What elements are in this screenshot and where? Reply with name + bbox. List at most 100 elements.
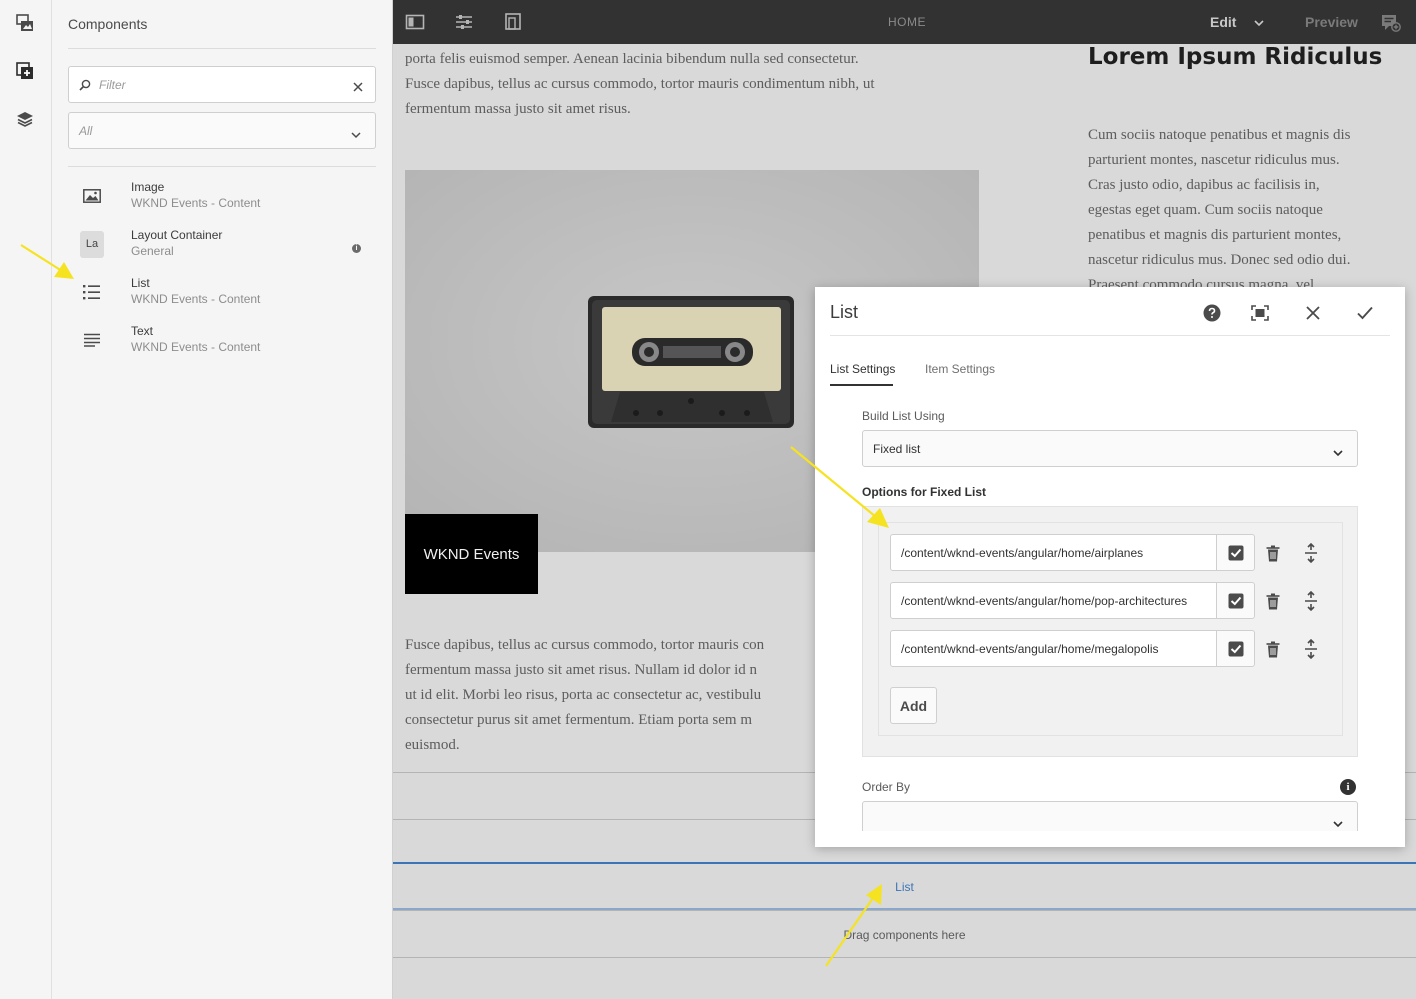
page-row: /content/wknd-events/angular/home/megalo… xyxy=(890,630,1330,667)
drop-zone[interactable]: Drag components here xyxy=(393,910,1416,958)
component-item-image[interactable]: Image WKND Events - Content xyxy=(68,178,376,222)
chevron-down-icon xyxy=(1254,20,1264,27)
text-line: Cras justo odio, dapibus ac facilisis in… xyxy=(1088,177,1320,193)
fullscreen-icon[interactable] xyxy=(1249,302,1271,324)
component-group: WKND Events - Content xyxy=(131,292,261,306)
build-list-value: Fixed list xyxy=(873,442,921,456)
help-icon[interactable] xyxy=(1201,302,1223,324)
annotations-icon[interactable] xyxy=(1381,12,1401,32)
component-group: WKND Events - Content xyxy=(131,196,261,210)
intro-paragraph[interactable]: porta felis euismod semper. Aenean lacin… xyxy=(405,47,965,122)
group-select[interactable]: All xyxy=(68,112,376,149)
build-list-select[interactable]: Fixed list xyxy=(862,430,1358,467)
drag-handle-icon[interactable] xyxy=(1302,542,1320,564)
preview-button[interactable]: Preview xyxy=(1305,14,1358,30)
search-icon xyxy=(79,78,91,96)
text-line: Fusce dapibus, tellus ac cursus commodo,… xyxy=(405,76,875,92)
info-icon[interactable]: i xyxy=(352,244,361,253)
add-button[interactable]: Add xyxy=(890,687,937,724)
list-component-placeholder[interactable]: List xyxy=(393,862,1416,910)
toggle-side-panel-icon[interactable] xyxy=(405,12,425,32)
chevron-down-icon xyxy=(1333,444,1343,462)
fixed-list-options-label: Options for Fixed List xyxy=(862,485,987,499)
multifield: /content/wknd-events/angular/home/airpla… xyxy=(878,522,1343,736)
divider xyxy=(68,166,376,167)
assets-icon[interactable] xyxy=(12,10,38,36)
build-list-label: Build List Using xyxy=(862,409,945,423)
side-paragraph[interactable]: Cum sociis natoque penatibus et magnis d… xyxy=(1088,123,1413,289)
dialog-content: Build List Using Fixed list Options for … xyxy=(815,397,1405,831)
page-path-field[interactable]: /content/wknd-events/angular/home/airpla… xyxy=(890,534,1217,571)
group-select-value: All xyxy=(79,124,93,138)
content-tree-icon[interactable] xyxy=(12,106,38,132)
dialog-title: List xyxy=(830,302,859,322)
text-line: Fusce dapibus, tellus ac cursus commodo,… xyxy=(405,637,765,653)
page-path-field[interactable]: /content/wknd-events/angular/home/pop-ar… xyxy=(890,582,1217,619)
text-line: consectetur purus sit amet fermentum. Et… xyxy=(405,712,752,728)
image-icon xyxy=(80,184,104,208)
mode-select-label: Edit xyxy=(1210,14,1237,30)
filter-input[interactable]: Filter xyxy=(68,66,376,103)
filter-placeholder: Filter xyxy=(99,78,126,92)
layout-container-icon: La xyxy=(80,230,104,258)
text-line: ut id elit. Morbi leo risus, porta ac co… xyxy=(405,687,762,703)
component-item-list[interactable]: List WKND Events - Content xyxy=(68,274,376,318)
page-path-field[interactable]: /content/wknd-events/angular/home/megalo… xyxy=(890,630,1217,667)
text-icon xyxy=(80,328,104,352)
fixed-list-options: /content/wknd-events/angular/home/airpla… xyxy=(862,506,1358,757)
editor-toolbar: HOME Edit Preview xyxy=(393,0,1416,44)
text-line: parturient montes, nascetur ridiculus mu… xyxy=(1088,152,1340,168)
text-line: egestas eget quam. Cum sociis natoque xyxy=(1088,202,1323,218)
order-by-label: Order By xyxy=(862,780,911,794)
divider xyxy=(830,335,1390,336)
delete-icon[interactable] xyxy=(1264,639,1282,659)
layout-container-badge: La xyxy=(80,230,104,258)
text-line: nascetur ridiculus mus. Donec sed odio d… xyxy=(1088,252,1351,268)
text-line: fermentum massa justo sit amet risus. xyxy=(405,101,631,117)
side-rail xyxy=(0,0,52,999)
checkbox-icon xyxy=(1228,545,1243,560)
component-name: Image xyxy=(131,180,165,194)
page-row: /content/wknd-events/angular/home/pop-ar… xyxy=(890,582,1330,619)
done-icon[interactable] xyxy=(1354,302,1376,324)
hero-badge: WKND Events xyxy=(405,514,538,594)
info-icon[interactable]: i xyxy=(1340,779,1356,795)
emulator-icon[interactable] xyxy=(503,12,523,32)
pathbrowser-button[interactable] xyxy=(1216,582,1255,619)
delete-icon[interactable] xyxy=(1264,543,1282,563)
order-by-select[interactable] xyxy=(862,801,1358,831)
text-line: fermentum massa justo sit amet risus. Nu… xyxy=(405,662,758,678)
checkbox-icon xyxy=(1228,641,1243,656)
pathbrowser-button[interactable] xyxy=(1216,630,1255,667)
delete-icon[interactable] xyxy=(1264,591,1282,611)
component-item-layout-container[interactable]: La Layout Container General i xyxy=(68,226,376,270)
page-row: /content/wknd-events/angular/home/airpla… xyxy=(890,534,1330,571)
components-icon[interactable] xyxy=(12,58,38,84)
component-item-text[interactable]: Text WKND Events - Content xyxy=(68,322,376,366)
tab-item-settings[interactable]: Item Settings xyxy=(925,362,995,376)
component-name: Layout Container xyxy=(131,228,223,242)
pathbrowser-button[interactable] xyxy=(1216,534,1255,571)
panel-title: Components xyxy=(68,16,148,32)
component-group: WKND Events - Content xyxy=(131,340,261,354)
page-properties-icon[interactable] xyxy=(454,12,474,32)
mode-select[interactable]: Edit xyxy=(1210,14,1264,30)
list-dialog: List List Settings Item Settings Build L… xyxy=(815,287,1405,847)
components-panel: Components Filter All Image WKND Events … xyxy=(52,0,393,999)
drag-handle-icon[interactable] xyxy=(1302,638,1320,660)
text-line: penatibus et magnis dis parturient monte… xyxy=(1088,227,1342,243)
text-line: Cum sociis natoque penatibus et magnis d… xyxy=(1088,127,1351,143)
divider xyxy=(68,48,376,49)
close-icon[interactable] xyxy=(1302,302,1324,324)
component-group: General xyxy=(131,244,174,258)
tab-list-settings[interactable]: List Settings xyxy=(830,362,895,376)
list-icon xyxy=(80,280,104,304)
page-title: HOME xyxy=(888,15,926,29)
chevron-down-icon xyxy=(1333,815,1343,831)
active-tab-indicator xyxy=(830,384,893,386)
body-paragraph[interactable]: Fusce dapibus, tellus ac cursus commodo,… xyxy=(405,633,825,758)
side-heading[interactable]: Lorem Ipsum Ridiculus xyxy=(1088,44,1382,70)
drag-handle-icon[interactable] xyxy=(1302,590,1320,612)
clear-icon[interactable] xyxy=(353,79,363,97)
chevron-down-icon xyxy=(351,126,361,144)
